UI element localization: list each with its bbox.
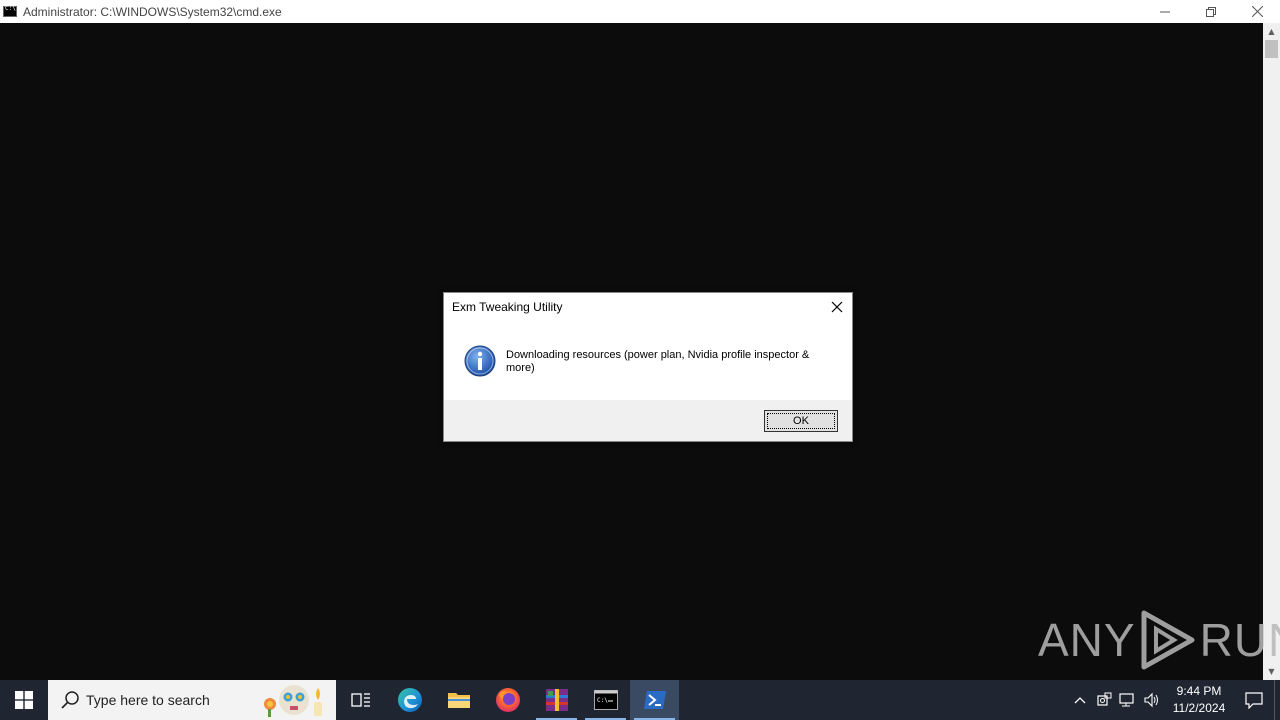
cmd-app-icon[interactable] bbox=[3, 5, 17, 17]
minimize-icon bbox=[1160, 11, 1170, 12]
clock-time: 9:44 PM bbox=[1176, 684, 1222, 698]
svg-text:C:\: C:\ bbox=[597, 697, 608, 704]
minimize-button[interactable] bbox=[1142, 0, 1188, 23]
close-icon bbox=[831, 301, 843, 313]
info-icon bbox=[464, 345, 496, 377]
search-icon bbox=[61, 691, 79, 709]
watermark-left-text: ANY bbox=[1038, 614, 1136, 666]
taskbar-cmd[interactable]: C:\ bbox=[581, 680, 630, 720]
cmd-icon: C:\ bbox=[593, 690, 618, 710]
watermark-right-text: RUN bbox=[1199, 614, 1280, 666]
close-icon bbox=[1251, 6, 1263, 17]
search-highlight-illustration-icon bbox=[264, 685, 322, 717]
volume-button[interactable] bbox=[1140, 680, 1164, 720]
tray-app-button[interactable] bbox=[1092, 680, 1116, 720]
taskbar-firefox[interactable] bbox=[483, 680, 532, 720]
winrar-icon bbox=[545, 689, 568, 711]
taskbar: Type here to search C:\ 9:44 PM 11/2/202… bbox=[0, 680, 1280, 720]
taskbar-clock[interactable]: 9:44 PM 11/2/2024 bbox=[1164, 683, 1234, 717]
powershell-icon bbox=[643, 691, 666, 709]
system-tray: 9:44 PM 11/2/2024 bbox=[1068, 680, 1280, 720]
ok-button[interactable]: OK bbox=[764, 410, 838, 432]
network-button[interactable] bbox=[1116, 680, 1140, 720]
dialog-close-button[interactable] bbox=[826, 296, 848, 318]
windows-logo-icon bbox=[15, 691, 33, 709]
edge-icon bbox=[397, 688, 422, 712]
taskbar-powershell[interactable] bbox=[630, 680, 679, 720]
show-desktop-button[interactable] bbox=[1274, 680, 1280, 720]
search-placeholder: Type here to search bbox=[86, 692, 210, 708]
chevron-up-icon bbox=[1074, 697, 1086, 704]
window-controls bbox=[1142, 0, 1280, 23]
taskbar-winrar[interactable] bbox=[532, 680, 581, 720]
restore-icon bbox=[1206, 6, 1216, 17]
network-icon bbox=[1119, 693, 1134, 707]
title-bar[interactable]: Administrator: C:\WINDOWS\System32\cmd.e… bbox=[0, 0, 1280, 23]
start-button[interactable] bbox=[0, 680, 48, 720]
taskbar-search-box[interactable]: Type here to search bbox=[48, 680, 336, 720]
dialog-footer: OK bbox=[444, 400, 852, 441]
window-title: Administrator: C:\WINDOWS\System32\cmd.e… bbox=[23, 4, 282, 19]
dialog-message: Downloading resources (power plan, Nvidi… bbox=[506, 349, 810, 374]
firefox-icon bbox=[495, 688, 520, 712]
meet-now-icon bbox=[1097, 692, 1112, 706]
task-view-icon bbox=[350, 693, 370, 707]
folder-icon bbox=[447, 693, 470, 708]
taskbar-edge[interactable] bbox=[385, 680, 434, 720]
restore-button[interactable] bbox=[1188, 0, 1234, 23]
scroll-up-arrow-icon[interactable]: ▲ bbox=[1263, 23, 1280, 40]
message-dialog: Exm Tweaking Utility Downloading resourc… bbox=[443, 292, 853, 442]
notification-icon bbox=[1245, 692, 1263, 709]
show-hidden-icons-button[interactable] bbox=[1068, 680, 1092, 720]
dialog-title: Exm Tweaking Utility bbox=[452, 300, 563, 314]
taskbar-task-view[interactable] bbox=[336, 680, 385, 720]
scroll-thumb[interactable] bbox=[1265, 40, 1278, 58]
taskbar-file-explorer[interactable] bbox=[434, 680, 483, 720]
action-center-button[interactable] bbox=[1234, 680, 1274, 720]
clock-date: 11/2/2024 bbox=[1172, 701, 1226, 715]
play-logo-icon bbox=[1141, 610, 1195, 670]
close-button[interactable] bbox=[1234, 0, 1280, 23]
speaker-icon bbox=[1144, 692, 1158, 708]
vertical-scrollbar[interactable]: ▲ ▼ bbox=[1263, 23, 1280, 680]
anyrun-watermark: ANY RUN bbox=[1038, 606, 1280, 674]
